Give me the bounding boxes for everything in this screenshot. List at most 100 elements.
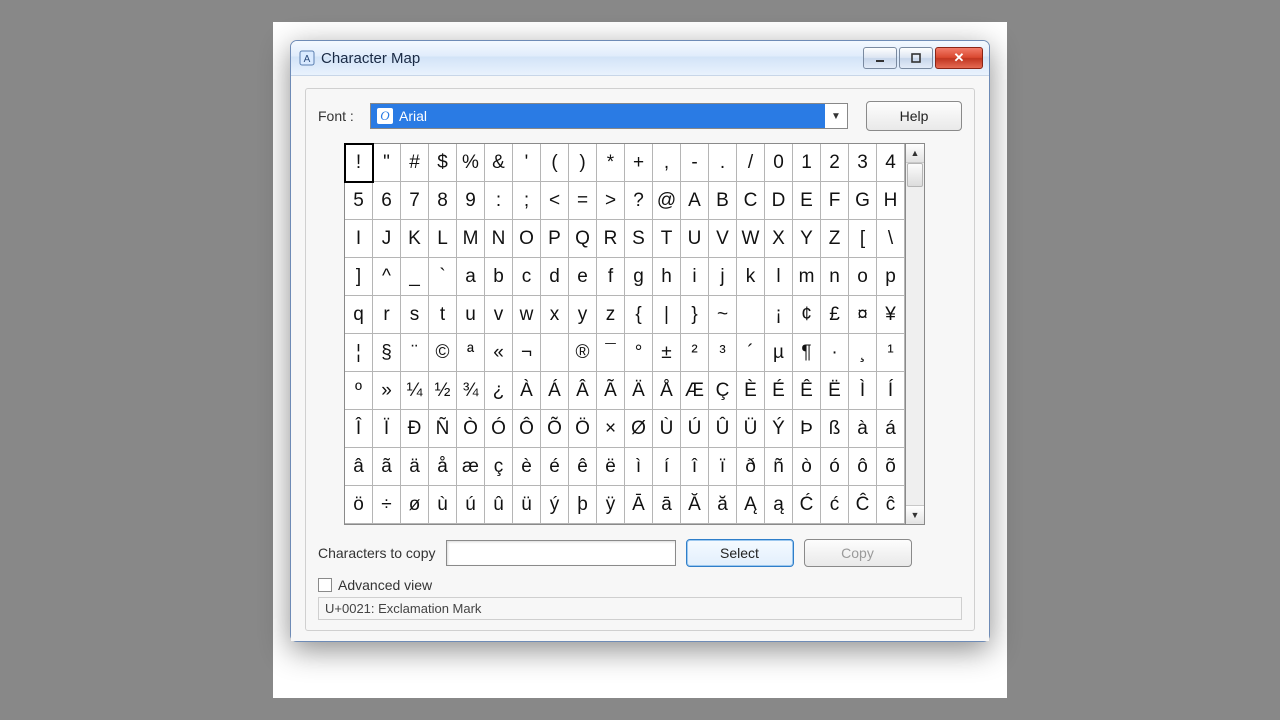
character-cell[interactable]: ¨: [401, 334, 429, 372]
character-cell[interactable]: *: [597, 144, 625, 182]
character-cell[interactable]: ¬: [513, 334, 541, 372]
character-cell[interactable]: T: [653, 220, 681, 258]
character-cell[interactable]: t: [429, 296, 457, 334]
character-cell[interactable]: ò: [793, 448, 821, 486]
character-cell[interactable]: 5: [345, 182, 373, 220]
character-cell[interactable]: Ó: [485, 410, 513, 448]
character-cell[interactable]: Ø: [625, 410, 653, 448]
scroll-track[interactable]: [906, 163, 924, 505]
character-cell[interactable]: £: [821, 296, 849, 334]
character-cell[interactable]: Ã: [597, 372, 625, 410]
character-cell[interactable]: f: [597, 258, 625, 296]
character-cell[interactable]: Ì: [849, 372, 877, 410]
character-cell[interactable]: 7: [401, 182, 429, 220]
character-cell[interactable]: «: [485, 334, 513, 372]
character-cell[interactable]: O: [513, 220, 541, 258]
character-cell[interactable]: <: [541, 182, 569, 220]
character-cell[interactable]: ö: [345, 486, 373, 524]
character-cell[interactable]: ÿ: [597, 486, 625, 524]
character-cell[interactable]: Ü: [737, 410, 765, 448]
character-cell[interactable]: c: [513, 258, 541, 296]
character-cell[interactable]: v: [485, 296, 513, 334]
character-cell[interactable]: ô: [849, 448, 877, 486]
character-cell[interactable]: ù: [429, 486, 457, 524]
character-cell[interactable]: É: [765, 372, 793, 410]
character-cell[interactable]: a: [457, 258, 485, 296]
character-cell[interactable]: r: [373, 296, 401, 334]
character-cell[interactable]: å: [429, 448, 457, 486]
character-cell[interactable]: °: [625, 334, 653, 372]
character-cell[interactable]: Í: [877, 372, 905, 410]
character-cell[interactable]: %: [457, 144, 485, 182]
character-cell[interactable]: Q: [569, 220, 597, 258]
character-cell[interactable]: N: [485, 220, 513, 258]
character-cell[interactable]: x: [541, 296, 569, 334]
character-cell[interactable]: R: [597, 220, 625, 258]
character-cell[interactable]: 2: [821, 144, 849, 182]
grid-scrollbar[interactable]: ▲ ▼: [906, 143, 925, 525]
character-cell[interactable]: ¡: [765, 296, 793, 334]
character-cell[interactable]: â: [345, 448, 373, 486]
character-cell[interactable]: ¤: [849, 296, 877, 334]
character-cell[interactable]: J: [373, 220, 401, 258]
character-cell[interactable]: ³: [709, 334, 737, 372]
character-cell[interactable]: y: [569, 296, 597, 334]
character-cell[interactable]: Ā: [625, 486, 653, 524]
character-cell[interactable]: _: [401, 258, 429, 296]
character-cell[interactable]: u: [457, 296, 485, 334]
character-cell[interactable]: ñ: [765, 448, 793, 486]
character-cell[interactable]: Ą: [737, 486, 765, 524]
character-cell[interactable]: =: [569, 182, 597, 220]
character-cell[interactable]: M: [457, 220, 485, 258]
character-cell[interactable]: û: [485, 486, 513, 524]
scroll-down-button[interactable]: ▼: [906, 505, 924, 524]
character-cell[interactable]: E: [793, 182, 821, 220]
character-cell[interactable]: ª: [457, 334, 485, 372]
character-cell[interactable]: À: [513, 372, 541, 410]
character-cell[interactable]: -: [681, 144, 709, 182]
character-grid[interactable]: !"#$%&'()*+,-./0123456789:;<=>?@ABCDEFGH…: [344, 143, 906, 525]
character-cell[interactable]: `: [429, 258, 457, 296]
character-cell[interactable]: Á: [541, 372, 569, 410]
character-cell[interactable]: ÷: [373, 486, 401, 524]
character-cell[interactable]: ¯: [597, 334, 625, 372]
character-cell[interactable]: {: [625, 296, 653, 334]
copy-button[interactable]: Copy: [804, 539, 912, 567]
character-cell[interactable]: S: [625, 220, 653, 258]
character-cell[interactable]: è: [513, 448, 541, 486]
character-cell[interactable]: Y: [793, 220, 821, 258]
character-cell[interactable]: /: [737, 144, 765, 182]
character-cell[interactable]: ": [373, 144, 401, 182]
maximize-button[interactable]: [899, 47, 933, 69]
character-cell[interactable]: þ: [569, 486, 597, 524]
character-cell[interactable]: b: [485, 258, 513, 296]
close-button[interactable]: ✕: [935, 47, 983, 69]
character-cell[interactable]: ¾: [457, 372, 485, 410]
character-cell[interactable]: B: [709, 182, 737, 220]
character-cell[interactable]: ā: [653, 486, 681, 524]
character-cell[interactable]: 6: [373, 182, 401, 220]
character-cell[interactable]: @: [653, 182, 681, 220]
character-cell[interactable]: Ð: [401, 410, 429, 448]
character-cell[interactable]: ã: [373, 448, 401, 486]
titlebar[interactable]: A Character Map ✕: [291, 41, 989, 76]
character-cell[interactable]: G: [849, 182, 877, 220]
character-cell[interactable]: î: [681, 448, 709, 486]
character-cell[interactable]: Þ: [793, 410, 821, 448]
character-cell[interactable]: 1: [793, 144, 821, 182]
character-cell[interactable]: i: [681, 258, 709, 296]
character-cell[interactable]: ­: [541, 334, 569, 372]
character-cell[interactable]: ×: [597, 410, 625, 448]
character-cell[interactable]: í: [653, 448, 681, 486]
character-cell[interactable]: e: [569, 258, 597, 296]
character-cell[interactable]: U: [681, 220, 709, 258]
character-cell[interactable]: ^: [373, 258, 401, 296]
character-cell[interactable]: ,: [653, 144, 681, 182]
select-button[interactable]: Select: [686, 539, 794, 567]
character-cell[interactable]: [: [849, 220, 877, 258]
character-cell[interactable]: }: [681, 296, 709, 334]
character-cell[interactable]: é: [541, 448, 569, 486]
character-cell[interactable]: µ: [765, 334, 793, 372]
character-cell[interactable]: q: [345, 296, 373, 334]
character-cell[interactable]: ]: [345, 258, 373, 296]
